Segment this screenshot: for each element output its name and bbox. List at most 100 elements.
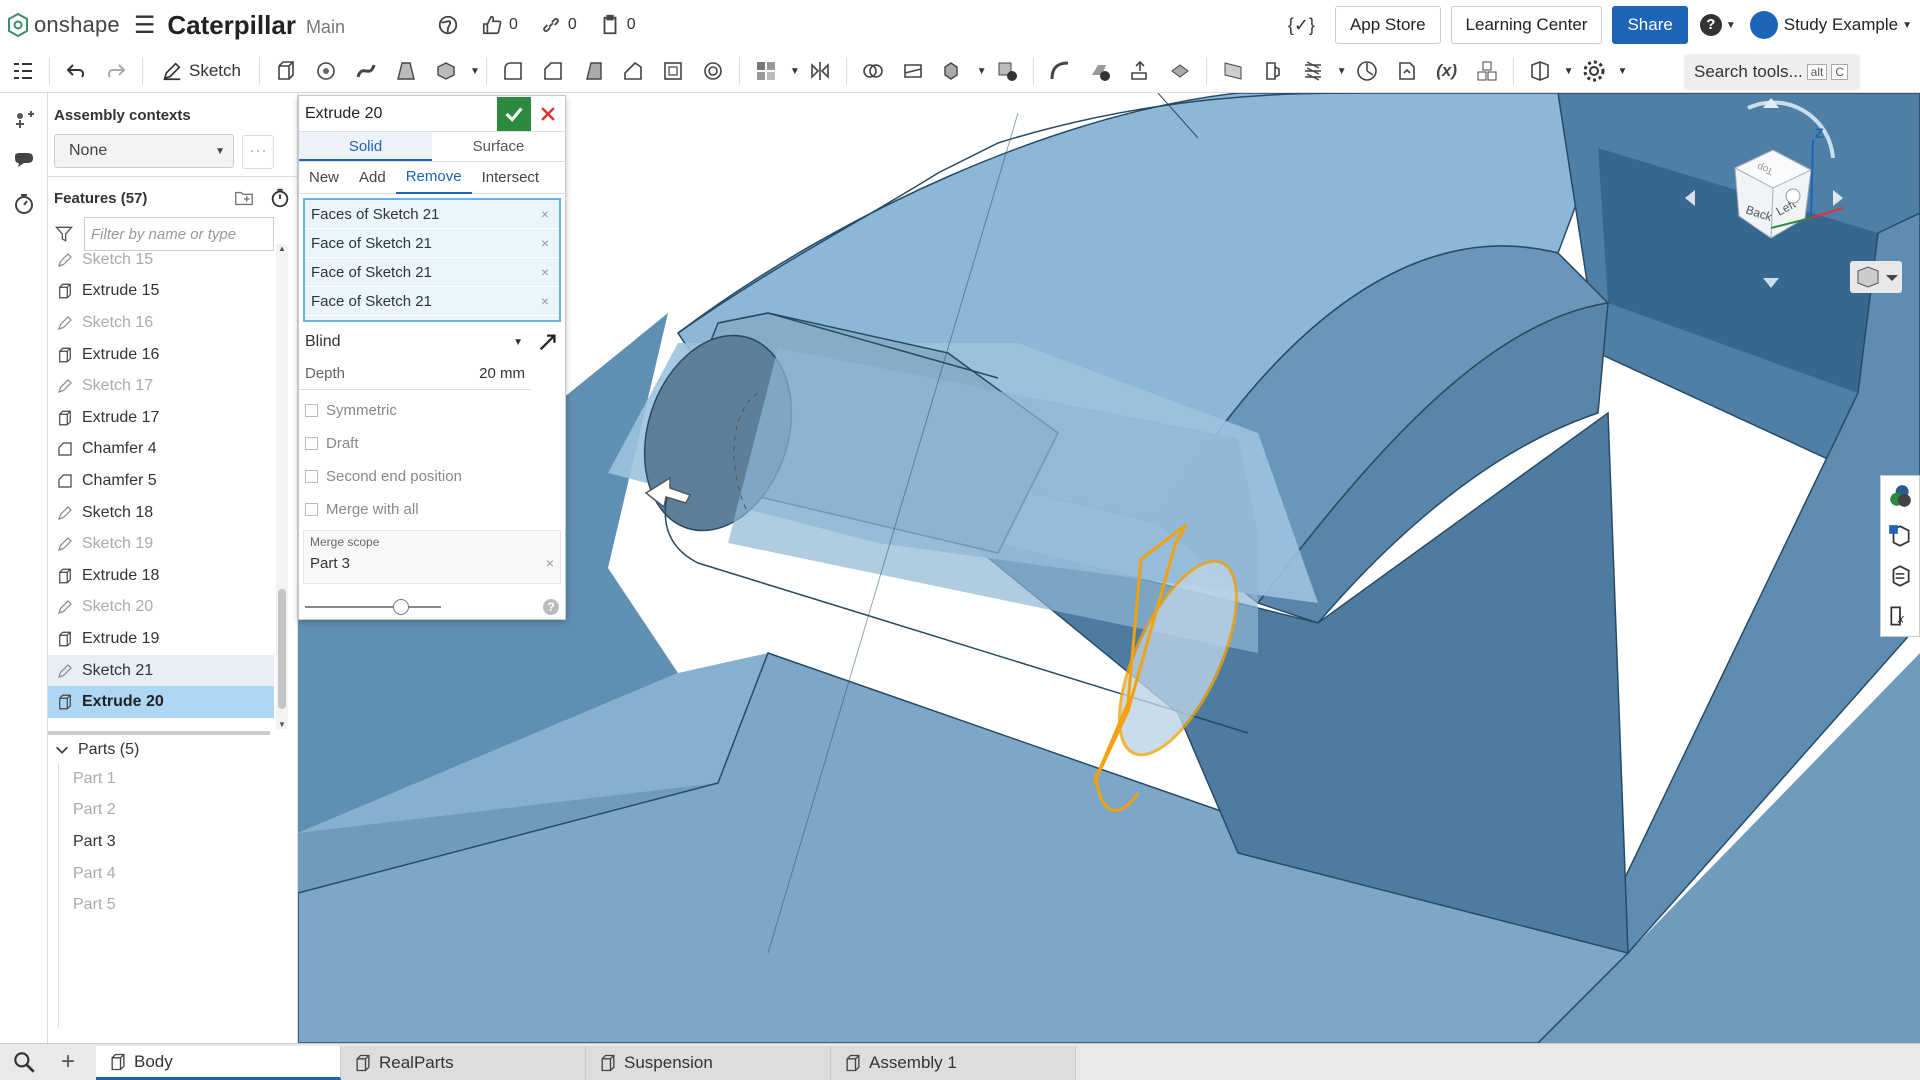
tab-operation[interactable]: Remove	[395, 162, 472, 194]
feature-list-item[interactable]: Sketch 21	[48, 654, 274, 687]
end-type-chevron-down-icon[interactable]: ▼	[513, 337, 523, 348]
user-name[interactable]: Study Example	[1784, 15, 1898, 35]
part-list-item[interactable]: Part 4	[59, 858, 258, 890]
feature-list-item[interactable]: Sketch 20	[48, 592, 274, 624]
feature-list-item[interactable]: Extrude 18	[48, 560, 274, 592]
option-checkbox[interactable]: Symmetric	[299, 394, 565, 427]
document-tab[interactable]: Suspension	[586, 1046, 831, 1080]
variables-table-icon[interactable]: x	[1881, 596, 1919, 636]
help-chevron-down-icon[interactable]: ▼	[1726, 20, 1736, 31]
document-tab[interactable]: Assembly 1	[831, 1046, 1076, 1080]
cancel-button[interactable]	[531, 97, 565, 131]
rib-icon[interactable]	[618, 56, 648, 86]
remove-selection-icon[interactable]: ×	[541, 206, 549, 222]
redo-icon[interactable]	[101, 56, 131, 86]
tab-body-type[interactable]: Solid	[299, 132, 432, 161]
tab-operation[interactable]: Intersect	[472, 163, 550, 193]
sheet-metal-chevron-down-icon[interactable]: ▼	[1564, 66, 1574, 77]
option-checkbox[interactable]: Second end position	[299, 460, 565, 493]
checkbox-box[interactable]	[305, 470, 318, 483]
option-checkbox[interactable]: Draft	[299, 427, 565, 460]
feature-list-item[interactable]: Sketch 17	[48, 370, 274, 402]
hole-icon[interactable]	[698, 56, 728, 86]
move-face-icon[interactable]	[1125, 56, 1155, 86]
chamfer-icon[interactable]	[538, 56, 568, 86]
feature-list-item[interactable]: Chamfer 5	[48, 465, 274, 497]
mass-properties-icon[interactable]	[1881, 556, 1919, 596]
assembly-context-more-button[interactable]: ···	[242, 135, 274, 169]
help-icon[interactable]: ?	[1699, 14, 1722, 36]
sketch-button[interactable]: Sketch	[161, 60, 241, 82]
revolve-icon[interactable]	[311, 56, 341, 86]
rollback-timer-icon[interactable]	[269, 187, 291, 209]
boolean-icon[interactable]	[858, 56, 888, 86]
plane-icon[interactable]	[1218, 56, 1248, 86]
feature-list-item[interactable]: Sketch 19	[48, 528, 274, 560]
feature-list-item[interactable]: Extrude 20	[48, 686, 274, 718]
configurations-icon[interactable]	[1472, 56, 1502, 86]
selection-item[interactable]: Face of Sketch 21 ×	[305, 287, 559, 316]
feature-list-item[interactable]: Chamfer 4	[48, 434, 274, 466]
split-icon[interactable]	[898, 56, 928, 86]
link-button[interactable]: 0	[540, 14, 577, 36]
shell-icon[interactable]	[658, 56, 688, 86]
feature-list-toggle-icon[interactable]	[8, 56, 38, 86]
user-chevron-down-icon[interactable]: ▼	[1902, 20, 1912, 31]
checkbox-box[interactable]	[305, 437, 318, 450]
parts-properties-icon[interactable]	[1881, 516, 1919, 556]
search-tabs-icon[interactable]	[0, 1049, 48, 1075]
onshape-logo[interactable]: onshape	[8, 12, 120, 38]
like-button[interactable]: 0	[481, 14, 518, 36]
feature-list-item[interactable]: Extrude 15	[48, 276, 274, 308]
selection-box[interactable]: Faces of Sketch 21 × Face of Sketch 21 × Fac…	[303, 198, 561, 322]
slider-knob[interactable]	[393, 599, 409, 615]
loft-icon[interactable]	[391, 56, 421, 86]
menu-icon[interactable]: ☰	[134, 11, 156, 40]
filter-funnel-icon[interactable]	[54, 224, 74, 244]
feature-list-scrollbar[interactable]: ▲ ▼	[276, 244, 288, 729]
selection-item[interactable]: Faces of Sketch 21 ×	[305, 200, 559, 229]
add-feature-icon[interactable]	[9, 105, 39, 135]
app-store-button[interactable]: App Store	[1334, 6, 1441, 44]
dialog-help-icon[interactable]: ?	[543, 599, 559, 615]
derived-icon[interactable]	[1392, 56, 1422, 86]
part-list-item[interactable]: Part 3	[59, 826, 258, 858]
scroll-down-icon[interactable]: ▼	[278, 720, 286, 729]
option-checkbox[interactable]: Merge with all	[299, 493, 565, 526]
undo-icon[interactable]	[61, 56, 91, 86]
scroll-up-icon[interactable]: ▲	[278, 244, 286, 253]
more-chevron-down-icon[interactable]: ▼	[470, 66, 480, 77]
document-tab[interactable]: Body	[96, 1046, 341, 1080]
rollback-slider[interactable]: ?	[299, 592, 565, 622]
accept-button[interactable]	[497, 96, 531, 131]
measure-icon[interactable]	[1352, 56, 1382, 86]
assembly-context-select[interactable]: None ▼	[54, 134, 234, 168]
pattern-icon[interactable]	[751, 56, 781, 86]
checkbox-box[interactable]	[305, 404, 318, 417]
add-folder-icon[interactable]	[233, 187, 255, 209]
feature-list-item[interactable]: Extrude 17	[48, 402, 274, 434]
horizontal-scrollbar[interactable]	[48, 731, 270, 735]
search-tools-input[interactable]: Search tools... alt C	[1684, 54, 1860, 90]
depth-input[interactable]: 20 mm	[479, 365, 525, 382]
curves-chevron-down-icon[interactable]: ▼	[1337, 66, 1347, 77]
end-type-select[interactable]: Blind	[305, 333, 341, 351]
feature-list-item[interactable]: Extrude 16	[48, 339, 274, 371]
part-list-item[interactable]: Part 1	[59, 763, 258, 795]
appearance-icon[interactable]	[1881, 476, 1919, 516]
delete-face-icon[interactable]	[1085, 56, 1115, 86]
branch-name[interactable]: Main	[306, 17, 345, 38]
selection-item[interactable]: Face of Sketch 21 ×	[305, 258, 559, 287]
add-tab-button[interactable]: +	[48, 1048, 88, 1076]
feature-list-item[interactable]: Sketch 16	[48, 307, 274, 339]
flip-direction-arrow-icon[interactable]	[537, 331, 559, 353]
feature-list-item[interactable]: Extrude 19	[48, 623, 274, 655]
replace-face-icon[interactable]	[1165, 56, 1195, 86]
copy-button[interactable]: 0	[599, 14, 636, 36]
learning-center-button[interactable]: Learning Center	[1450, 6, 1603, 44]
custom-feature-icon[interactable]: {✓}	[1288, 15, 1315, 36]
mirror-icon[interactable]	[805, 56, 835, 86]
thicken-icon[interactable]	[431, 56, 461, 86]
scrollbar-thumb[interactable]	[278, 589, 286, 709]
tab-operation[interactable]: New	[299, 163, 349, 193]
